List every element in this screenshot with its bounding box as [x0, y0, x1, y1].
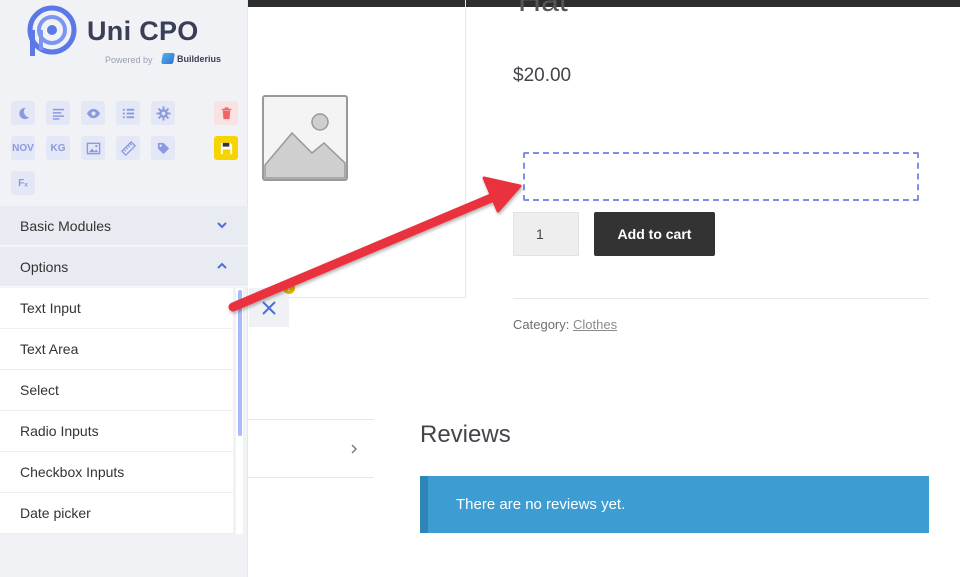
option-select[interactable]: Select [0, 370, 233, 411]
option-radio-inputs[interactable]: Radio Inputs [0, 411, 233, 452]
nov-icon[interactable]: NOV [11, 136, 35, 160]
warning-badge: ! [283, 282, 295, 294]
ruler-icon[interactable] [116, 136, 140, 160]
builderius-logo-icon [161, 53, 175, 64]
section-label: Basic Modules [20, 217, 112, 234]
module-drop-zone[interactable] [523, 152, 919, 201]
formula-label: Fₓ [18, 177, 28, 189]
chevron-right-icon [351, 444, 357, 454]
moon-icon[interactable] [11, 101, 35, 125]
option-text-area[interactable]: Text Area [0, 329, 233, 370]
align-left-icon[interactable] [46, 101, 70, 125]
brand-name: Uni CPO [87, 16, 199, 46]
image-placeholder-icon [262, 95, 348, 181]
close-panel-button[interactable] [249, 288, 289, 327]
gear-icon[interactable] [151, 101, 175, 125]
option-date-picker[interactable]: Date picker [0, 493, 233, 534]
kg-label: KG [50, 142, 66, 154]
product-price: $20.00 [513, 65, 572, 86]
eye-icon[interactable] [81, 101, 105, 125]
uni-cpo-logo-icon [27, 5, 77, 56]
builderius-label: Builderius [177, 53, 222, 64]
tag-icon[interactable] [151, 136, 175, 160]
list-icon[interactable] [116, 101, 140, 125]
option-text-input[interactable]: Text Input [0, 288, 233, 329]
option-checkbox-inputs[interactable]: Checkbox Inputs [0, 452, 233, 493]
section-options[interactable]: Options [0, 247, 248, 287]
product-tab-item[interactable] [248, 419, 374, 478]
kg-icon[interactable]: KG [46, 136, 70, 160]
chevron-down-icon [217, 222, 227, 229]
save-icon[interactable] [214, 136, 238, 160]
product-category: Category: Clothes [513, 317, 617, 332]
nov-label: NOV [12, 142, 34, 154]
builder-sidebar: Uni CPO Powered by Builderius NOV KG Fₓ [0, 0, 248, 577]
product-title: Hat [518, 0, 568, 18]
section-label: Options [20, 258, 69, 275]
category-label: Category: [513, 317, 570, 332]
add-to-cart-button[interactable]: Add to cart [594, 212, 715, 256]
section-basic-modules[interactable]: Basic Modules [0, 206, 248, 246]
sidebar-scrollbar-thumb[interactable] [238, 290, 242, 436]
options-list: Text Input Text Area Select Radio Inputs… [0, 288, 233, 534]
no-reviews-notice: There are no reviews yet. [420, 476, 929, 533]
close-icon [262, 300, 276, 315]
quantity-input[interactable]: 1 [513, 212, 579, 256]
formula-icon[interactable]: Fₓ [11, 171, 35, 195]
brand-logo: Uni CPO Powered by Builderius [25, 3, 225, 67]
builderius-brand: Builderius [161, 53, 222, 64]
category-link[interactable]: Clothes [573, 317, 617, 332]
chevron-up-icon [217, 262, 227, 269]
product-meta-divider [513, 298, 929, 299]
trash-icon[interactable] [214, 101, 238, 125]
reviews-heading: Reviews [420, 421, 511, 448]
image-icon[interactable] [81, 136, 105, 160]
powered-by-text: Powered by [105, 55, 153, 65]
